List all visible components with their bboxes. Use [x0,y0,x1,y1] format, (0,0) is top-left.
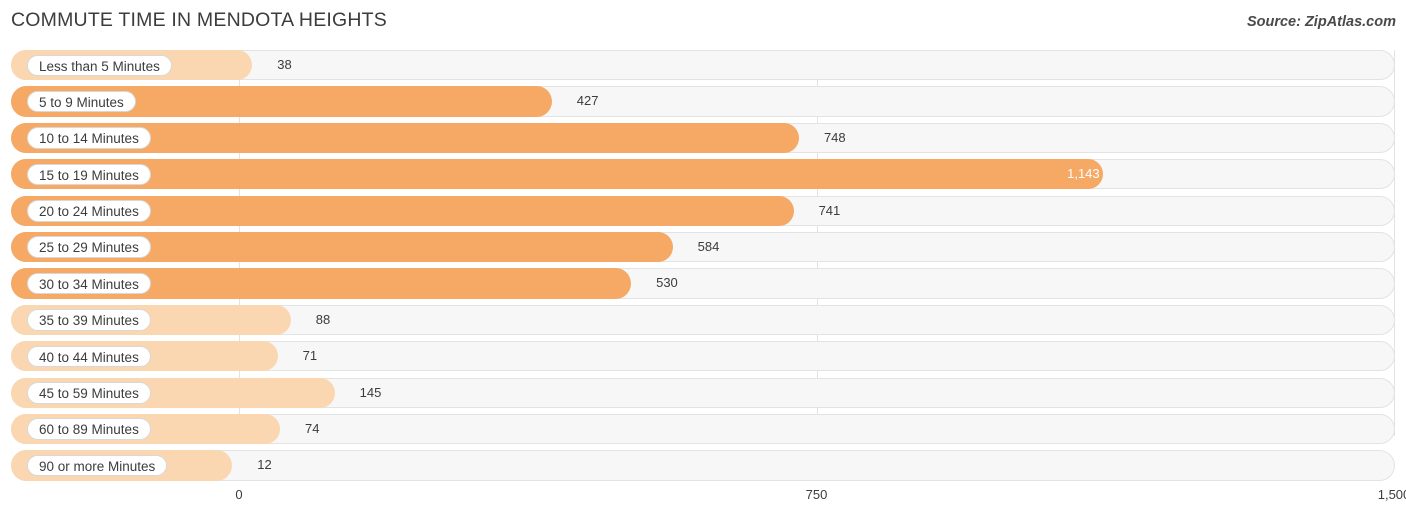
bar-value-label: 74 [304,420,320,436]
bar-value-label: 741 [818,202,841,218]
category-label: 10 to 14 Minutes [27,127,151,149]
bar-value-label: 748 [823,129,846,145]
bar-rows: Less than 5 Minutes 38 5 to 9 Minutes 427 10… [11,50,1395,487]
category-label: 25 to 29 Minutes [27,236,151,258]
category-label: 30 to 34 Minutes [27,272,151,295]
x-axis-tick: 750 [805,487,828,502]
bar-row: 45 to 59 Minutes 145 [11,377,1395,408]
category-label: 15 to 19 Minutes [27,163,151,186]
bar-value-label: 584 [697,238,720,254]
chart-container: COMMUTE TIME IN MENDOTA HEIGHTS Source: … [0,0,1406,522]
page-title: COMMUTE TIME IN MENDOTA HEIGHTS [11,9,387,31]
bar-row: 90 or more Minutes 12 [11,450,1395,481]
x-axis-tick: 0 [235,487,243,502]
bar-row: 35 to 39 Minutes 88 [11,304,1395,336]
category-label: 20 to 24 Minutes [27,200,151,222]
bar-row: 25 to 29 Minutes 584 [11,231,1395,263]
bar-value-label: 530 [656,275,678,291]
bar-row: Less than 5 Minutes 38 [11,50,1395,81]
bar-value-label: 427 [576,93,599,109]
x-axis-tick: 1,500 [1377,487,1406,502]
bar-value-label: 88 [315,311,331,327]
bar-value-label: 12 [257,457,272,473]
bar-row: 20 to 24 Minutes 741 [11,195,1395,226]
bar[interactable] [11,159,1104,190]
category-label: 35 to 39 Minutes [27,309,151,331]
plot-area: Less than 5 Minutes 38 5 to 9 Minutes 427 10… [11,50,1395,487]
category-label: 60 to 89 Minutes [27,418,151,440]
bar-value-label: 38 [277,57,292,72]
category-label: Less than 5 Minutes [27,54,172,76]
source-attribution: Source: ZipAtlas.com [1246,14,1396,30]
x-axis: 0 750 1,500 [11,487,1406,512]
bar-row: 5 to 9 Minutes 427 [11,86,1395,117]
bar-row: 10 to 14 Minutes 748 [11,122,1395,154]
bar-row: 15 to 19 Minutes 1,143 [11,159,1395,190]
category-label: 90 or more Minutes [27,454,168,477]
bar-row: 60 to 89 Minutes 74 [11,413,1395,445]
bar-row: 30 to 34 Minutes 530 [11,268,1395,299]
bar-value-label: 145 [359,384,382,400]
category-label: 40 to 44 Minutes [27,345,151,368]
bar-value-label: 1,143 [1067,166,1100,182]
category-label: 5 to 9 Minutes [27,90,136,113]
category-label: 45 to 59 Minutes [27,382,151,404]
bar-row: 40 to 44 Minutes 71 [11,341,1395,372]
bar-value-label: 71 [302,348,318,364]
